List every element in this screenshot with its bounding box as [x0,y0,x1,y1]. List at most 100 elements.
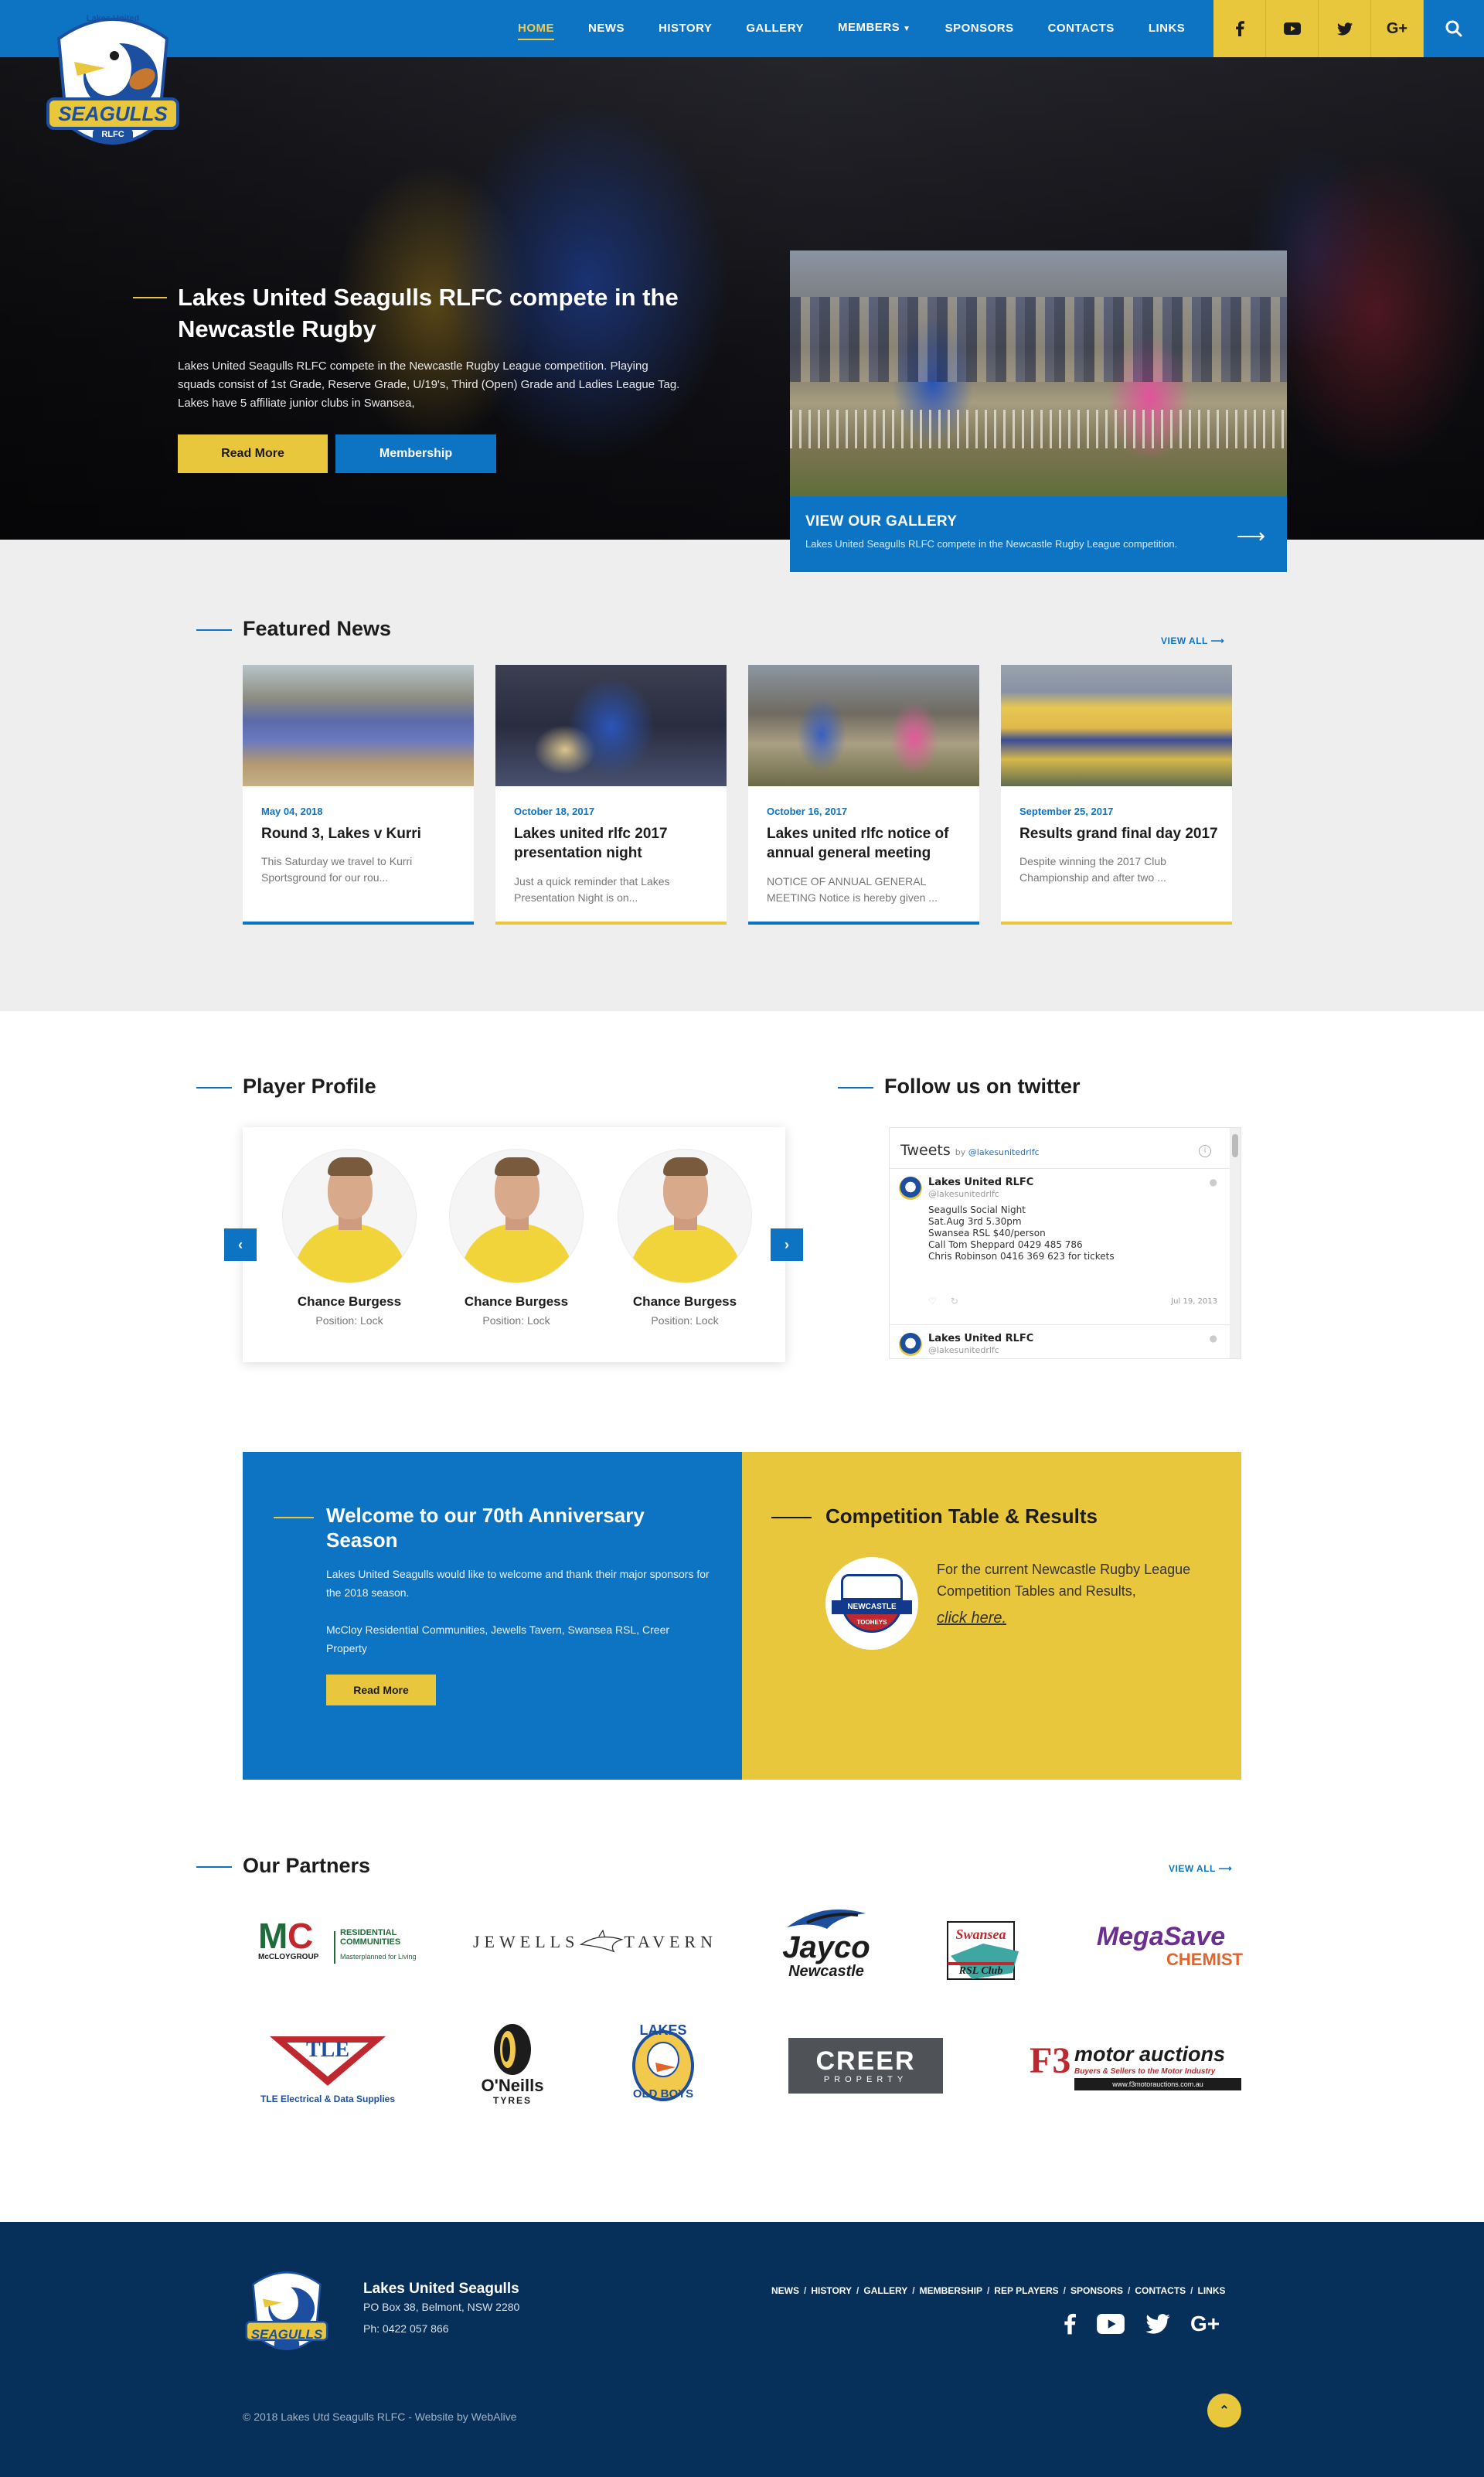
player-item[interactable]: Chance Burgess Position: Lock [280,1149,419,1327]
newcastle-logo-text: NEWCASTLE [832,1600,912,1614]
partner-logo-jewells-tavern[interactable]: JEWELLS TAVERN [473,1917,717,1967]
footer-link-rep-players[interactable]: REP PLAYERS [994,2285,1058,2296]
read-more-button[interactable]: Read More [178,434,328,473]
welcome-read-more-button[interactable]: Read More [326,1675,436,1705]
partner-logo-megasave[interactable]: MegaSave CHEMIST [1079,1917,1243,1974]
gallery-photo [790,250,1287,496]
tweet-author-name[interactable]: Lakes United RLFC [928,1177,1033,1188]
gallery-card[interactable]: VIEW OUR GALLERY Lakes United Seagulls R… [790,250,1287,572]
tweet[interactable]: Lakes United RLFC @lakesunitedrlfc ● Sea… [890,1168,1230,1324]
arrow-right-icon: ⟶ [1218,1863,1233,1874]
main-nav: HOME NEWS HISTORY GALLERY MEMBERS ▼ SPONS… [501,0,1202,57]
membership-button[interactable]: Membership [335,434,496,473]
share-icon[interactable]: ↻ [951,1296,972,1307]
f3-mark: F3 [1030,2040,1071,2081]
nav-item-sponsors[interactable]: SPONSORS [928,0,1031,57]
twitter-timeline-widget[interactable]: Tweets by @lakesunitedrlfc i Lakes Unite… [889,1127,1241,1359]
nav-item-members[interactable]: MEMBERS ▼ [821,0,928,58]
footer-link-links[interactable]: LINKS [1198,2285,1226,2296]
news-card[interactable]: October 16, 2017 Lakes united rlfc notic… [748,665,979,925]
tweet-author-name[interactable]: Lakes United RLFC [928,1333,1033,1344]
nav-item-home[interactable]: HOME [501,0,571,57]
featured-news-view-all[interactable]: VIEW ALL ⟶ [1161,635,1224,646]
rsl-club-text: RSL Club [958,1965,1003,1977]
footer-link-history[interactable]: HISTORY [811,2285,852,2296]
news-image [748,665,979,786]
search-button[interactable] [1424,0,1484,57]
competition-click-here-link[interactable]: click here. [937,1610,1006,1627]
svg-text:M: M [258,1916,288,1956]
scrollbar-thumb[interactable] [1232,1134,1238,1157]
news-title[interactable]: Lakes united rlfc 2017 presentation nigh… [514,824,715,863]
competition-accent-line [771,1517,812,1518]
google-plus-icon[interactable]: G+ [1371,0,1424,57]
search-icon [1445,20,1462,37]
partner-logo-oneills[interactable]: O'Neills TYRES [470,2021,555,2107]
carousel-next-button[interactable]: › [771,1228,803,1261]
footer-link-news[interactable]: NEWS [771,2285,799,2296]
footer-address: PO Box 38, Belmont, NSW 2280 [363,2301,520,2313]
twitter-handle-link[interactable]: @lakesunitedrlfc [968,1147,1040,1157]
news-title[interactable]: Lakes united rlfc notice of annual gener… [767,824,968,863]
old-boys-text: OLD BOYS [632,2087,694,2101]
footer-link-contacts[interactable]: CONTACTS [1135,2285,1186,2296]
news-card[interactable]: September 25, 2017 Results grand final d… [1001,665,1232,925]
partner-logo-creer[interactable]: CREER PROPERTY [788,2038,943,2094]
youtube-icon[interactable] [1266,0,1319,57]
newcastle-rugby-league-logo[interactable]: NEWCASTLE TOOHEYS [825,1557,918,1650]
player-avatar [618,1149,752,1283]
footer-link-membership[interactable]: MEMBERSHIP [920,2285,982,2296]
nav-item-gallery[interactable]: GALLERY [729,0,821,57]
partner-logo-swansea-rsl[interactable]: Swansea RSL Club [941,1917,1026,1984]
news-card[interactable]: May 04, 2018 Round 3, Lakes v Kurri This… [243,665,474,925]
heart-icon[interactable]: ♡ [928,1296,951,1307]
info-icon[interactable]: i [1199,1145,1211,1157]
welcome-paragraph-2: McCloy Residential Communities, Jewells … [326,1624,670,1654]
footer-phone: Ph: 0422 057 866 [363,2322,449,2335]
twitter-icon[interactable] [1319,0,1371,57]
nav-item-links[interactable]: LINKS [1132,0,1203,57]
player-item[interactable]: Chance Burgess Position: Lock [447,1149,586,1327]
twitter-icon[interactable] [1145,2314,1170,2334]
tweet[interactable]: Lakes United RLFC @lakesunitedrlfc ● [890,1324,1230,1358]
back-to-top-button[interactable]: ⌃ [1207,2394,1241,2428]
player-position: Position: Lock [482,1314,550,1327]
facebook-icon[interactable] [1064,2313,1076,2335]
partner-logo-f3-motor-auctions[interactable]: F3 motor auctions Buyers & Sellers to th… [1028,2038,1241,2094]
player-hair [495,1157,539,1176]
partners-view-all[interactable]: VIEW ALL ⟶ [1169,1863,1232,1874]
footer-club-logo[interactable]: SEAGULLS [241,2265,332,2356]
facebook-icon[interactable] [1213,0,1266,57]
chevron-up-icon: ⌃ [1219,2404,1230,2417]
footer-link-gallery[interactable]: GALLERY [863,2285,907,2296]
tavern-text: TAVERN [624,1932,717,1951]
svg-text:C: C [288,1916,313,1956]
partner-logo-lakes-old-boys[interactable]: LAKES OLD BOYS [625,2019,702,2109]
footer-link-sponsors[interactable]: SPONSORS [1070,2285,1123,2296]
tweet-date[interactable]: Jul 19, 2013 [1171,1297,1217,1306]
view-all-label: VIEW ALL [1161,635,1208,646]
nav-item-contacts[interactable]: CONTACTS [1031,0,1132,57]
news-title[interactable]: Round 3, Lakes v Kurri [261,824,462,843]
player-hair [328,1157,373,1176]
logo-main-text: SEAGULLS [58,102,168,125]
nav-item-news[interactable]: NEWS [571,0,642,57]
nav-item-history[interactable]: HISTORY [642,0,729,57]
partner-logo-mccloy[interactable]: M C RESIDENTIAL COMMUNITIES McCLOYGROUP … [255,1910,420,1971]
news-card[interactable]: October 18, 2017 Lakes united rlfc 2017 … [495,665,727,925]
arrow-right-icon[interactable]: ⟶ [1237,524,1265,548]
partner-logo-tle[interactable]: TLE TLE Electrical & Data Supplies [258,2030,397,2107]
youtube-icon[interactable] [1096,2314,1125,2334]
partner-logo-jayco[interactable]: Jayco Newcastle [768,1900,884,1985]
player-item[interactable]: Chance Burgess Position: Lock [615,1149,754,1327]
player-name: Chance Burgess [632,1294,737,1309]
news-title[interactable]: Results grand final day 2017 [1019,824,1220,843]
google-plus-icon[interactable]: G+ [1190,2312,1220,2336]
club-logo[interactable]: Lakes United SEAGULLS RLFC [43,8,182,155]
tweet-text: Seagulls Social Night Sat.Aug 3rd 5.30pm… [928,1204,1115,1262]
carousel-prev-button[interactable]: ‹ [224,1228,257,1261]
f3-tagline: Buyers & Sellers to the Motor Industry [1074,2067,1216,2076]
view-all-label: VIEW ALL [1169,1863,1216,1874]
news-date: May 04, 2018 [261,806,323,817]
twitter-widget-scrollbar[interactable] [1230,1128,1241,1358]
